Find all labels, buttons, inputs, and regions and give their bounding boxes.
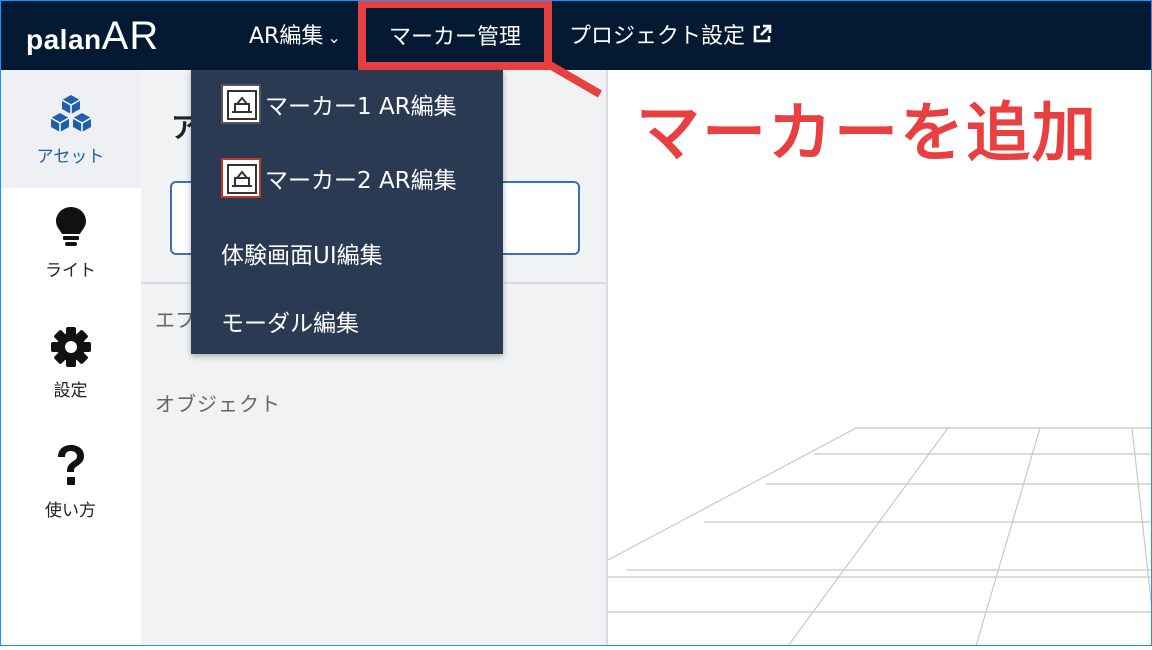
dropdown-item-marker1[interactable]: マーカー1 AR編集 — [191, 84, 503, 124]
logo-accent: AR — [101, 14, 160, 58]
question-icon — [0, 444, 141, 492]
dropdown-item-marker2-label: マーカー2 AR編集 — [265, 168, 457, 194]
nav-marker-manage[interactable]: マーカー管理 — [358, 0, 552, 70]
sidebar-item-help-label: 使い方 — [45, 501, 96, 521]
dropdown-item-marker1-label: マーカー1 AR編集 — [265, 94, 457, 120]
dropdown-item-experience-ui-label: 体験画面UI編集 — [221, 243, 383, 269]
nav-project-settings-label: プロジェクト設定 — [569, 24, 746, 49]
gear-icon — [0, 326, 141, 372]
dropdown-item-experience-ui[interactable]: 体験画面UI編集 — [191, 236, 503, 270]
sidebar-item-settings[interactable]: 設定 — [0, 326, 141, 401]
sidebar-item-light[interactable]: ライト — [0, 206, 141, 281]
sidebar-item-assets[interactable]: アセット — [0, 70, 141, 188]
nav-project-settings[interactable]: プロジェクト設定 — [569, 18, 773, 51]
sidebar-item-help[interactable]: 使い方 — [0, 444, 141, 521]
nav-ar-edit-label: AR編集 — [249, 24, 324, 49]
callout-annotation-text: マーカーを追加 — [636, 97, 1098, 171]
panel-object-label: オブジェクト — [155, 392, 281, 416]
dropdown-item-modal-edit[interactable]: モーダル編集 — [191, 304, 503, 338]
marker-icon — [221, 84, 261, 124]
marker-icon — [221, 158, 261, 198]
ar-edit-dropdown-menu: マーカー1 AR編集 マーカー2 AR編集 体験画面UI編集 モーダル編集 — [191, 70, 503, 354]
dropdown-item-marker2[interactable]: マーカー2 AR編集 — [191, 158, 503, 198]
logo-text: palan — [26, 24, 102, 55]
chevron-down-icon: ⌄ — [327, 28, 341, 47]
palanar-logo[interactable]: palanAR — [26, 14, 159, 59]
sidebar-item-light-label: ライト — [45, 261, 96, 281]
nav-ar-edit[interactable]: AR編集 ⌄ — [249, 18, 341, 50]
sidebar-item-settings-label: 設定 — [53, 381, 88, 401]
external-link-icon — [751, 23, 773, 51]
sidebar-item-assets-label: アセット — [36, 147, 105, 167]
lightbulb-icon — [0, 206, 141, 252]
top-navbar: palanAR AR編集 ⌄ マーカー管理 プロジェクト設定 — [0, 0, 1152, 70]
nav-marker-manage-label: マーカー管理 — [388, 25, 521, 50]
panel-effect-label: エフ — [155, 308, 195, 332]
left-sidebar: アセット ライト 設定 使い方 — [0, 70, 141, 646]
cubes-icon — [0, 70, 141, 138]
dropdown-item-modal-edit-label: モーダル編集 — [221, 311, 359, 337]
